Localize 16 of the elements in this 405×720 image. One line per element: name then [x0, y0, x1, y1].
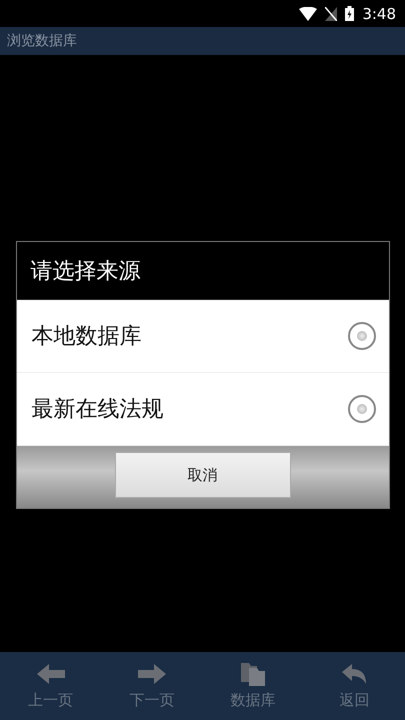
- nav-button[interactable]: 返回: [304, 652, 405, 720]
- battery-icon: [345, 6, 354, 21]
- clock: 3:48: [362, 4, 396, 22]
- radio-button[interactable]: [348, 395, 376, 423]
- no-signal-icon: [325, 6, 338, 20]
- nav-button[interactable]: 数据库: [202, 652, 304, 720]
- nav-button[interactable]: 下一页: [101, 652, 202, 720]
- right-arrow-icon: [136, 662, 168, 686]
- option-label[interactable]: 最新在线法规: [32, 394, 164, 424]
- option-label[interactable]: 本地数据库: [32, 321, 142, 351]
- left-arrow-icon: [34, 662, 67, 686]
- window-title: 浏览数据库: [7, 32, 77, 50]
- radio-button[interactable]: [348, 322, 376, 350]
- wifi-icon: [299, 6, 318, 20]
- cancel-button[interactable]: 取消: [114, 452, 290, 498]
- nav-button[interactable]: 上一页: [0, 652, 102, 720]
